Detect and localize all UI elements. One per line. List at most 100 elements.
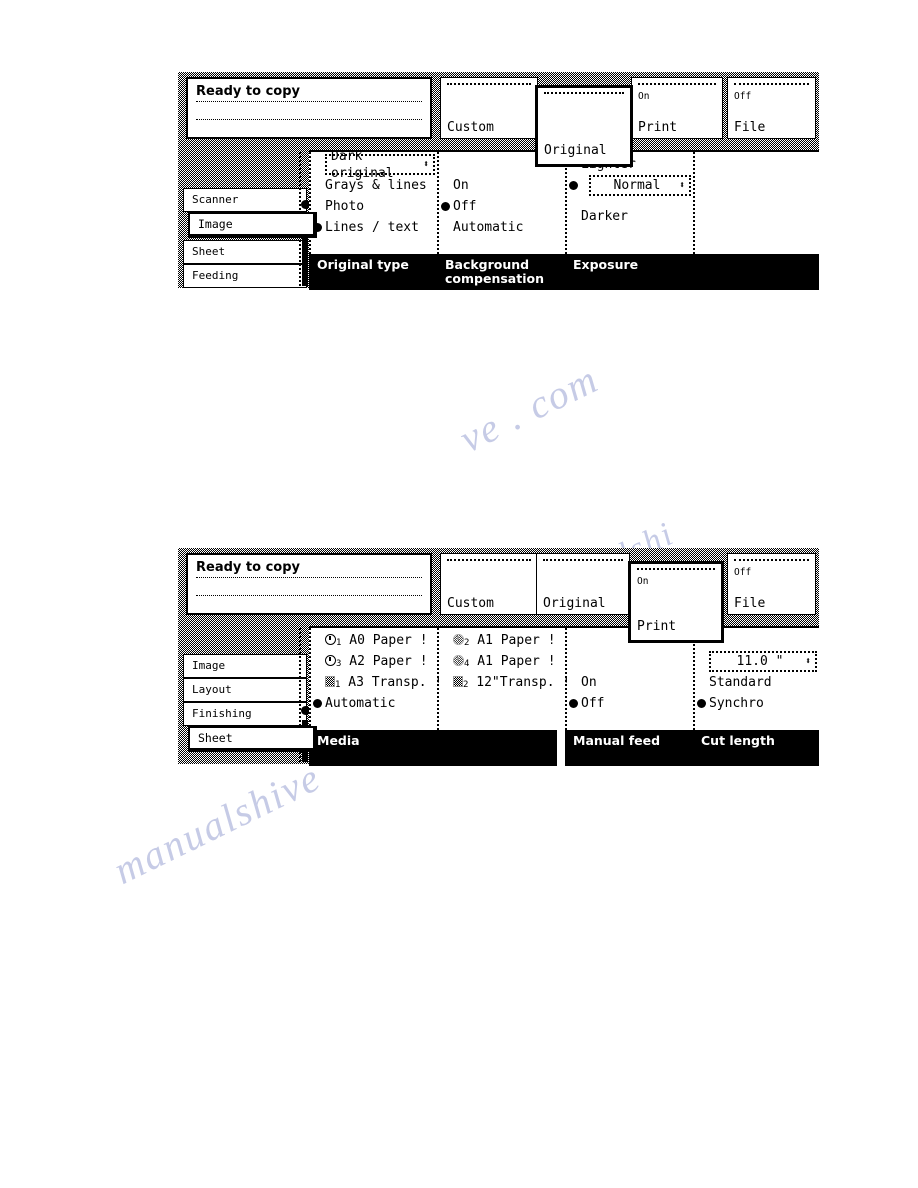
tab-dotted-rule	[447, 559, 531, 561]
column-header-manual-feed: Manual feed	[565, 730, 693, 766]
roll-icon	[453, 634, 464, 645]
panel-top-bar: Ready to copy Custom Original On Print O…	[178, 72, 819, 167]
tab-original[interactable]: Original	[535, 85, 633, 167]
sidebar-item-image[interactable]: Image	[183, 654, 307, 678]
column-header-background-compensation: Background compensation	[437, 254, 565, 290]
tab-dotted-rule	[447, 83, 531, 85]
exposure-spinner[interactable]: Normal ⬍	[589, 175, 691, 196]
tab-dotted-rule	[734, 559, 809, 561]
sidebar-item-layout[interactable]: Layout	[183, 678, 307, 702]
column-media-b: 2 A1 Paper ! 4 A1 Paper ! 2 12"Transp. !	[437, 628, 570, 766]
radio-selected-icon	[697, 699, 706, 708]
sidebar-item-finishing[interactable]: Finishing	[183, 702, 307, 726]
sidebar-item-scanner[interactable]: Scanner	[183, 188, 307, 212]
sidebar-item-feeding[interactable]: Feeding	[183, 264, 307, 288]
option-label: Grays & lines	[325, 178, 427, 193]
tab-custom[interactable]: Custom	[440, 553, 538, 615]
option-label: Off	[453, 199, 477, 214]
sidebar-item-sheet[interactable]: Sheet	[183, 240, 307, 264]
column-header-exposure: Exposure	[565, 254, 693, 290]
original-type-spinner[interactable]: Dark original ⬍	[325, 149, 435, 181]
option-manual-feed-off[interactable]: Off	[569, 693, 691, 714]
header-line-2: compensation	[445, 271, 544, 286]
column-original-type: Dark original ⬍ Grays & lines Photo Line…	[309, 149, 437, 290]
option-on[interactable]: On	[443, 175, 563, 196]
radio-selected-icon	[313, 699, 322, 708]
option-standard[interactable]: Standard	[699, 672, 817, 693]
sidebar-item-image[interactable]: Image	[188, 212, 317, 238]
status-title: Ready to copy	[196, 84, 422, 102]
sidebar-item-label: Layout	[192, 683, 232, 696]
tab-label: File	[734, 596, 766, 611]
spinner-arrows-icon[interactable]: ⬍	[805, 656, 815, 667]
tab-top-label: Off	[734, 567, 752, 578]
media-roll-number: 2	[464, 638, 470, 648]
tab-top-label: Off	[734, 91, 752, 102]
tab-print[interactable]: On Print	[628, 561, 724, 643]
header-line-1: Background	[445, 257, 530, 272]
option-manual-feed-on[interactable]: On	[571, 672, 691, 693]
option-label: Photo	[325, 199, 365, 214]
column-options: Lighter Normal ⬍ Darker	[569, 154, 691, 250]
option-label: On	[453, 178, 469, 193]
media-option-a3-transp[interactable]: 1 A3 Transp. !	[315, 672, 442, 693]
roll-icon	[325, 655, 336, 666]
tab-original[interactable]: Original	[536, 553, 630, 615]
media-option-a0-paper[interactable]: 1 A0 Paper !	[315, 630, 435, 651]
media-option-12in-transp[interactable]: 2 12"Transp. !	[443, 672, 570, 693]
roll-icon	[453, 655, 464, 666]
option-synchro[interactable]: Synchro	[697, 693, 817, 714]
sidebar-item-label: Finishing	[192, 707, 252, 720]
copier-panel-image-settings: Ready to copy Custom Original On Print O…	[178, 72, 819, 290]
option-label: Synchro	[709, 696, 764, 711]
settings-content: Dark original ⬍ Grays & lines Photo Line…	[309, 149, 819, 290]
cut-length-spinner[interactable]: 11.0 " ⬍	[709, 651, 817, 672]
spinner-arrows-icon[interactable]: ⬍	[423, 159, 433, 170]
tab-dotted-rule	[637, 568, 715, 570]
sidebar-item-label: Image	[198, 217, 233, 231]
spinner-value: Normal	[613, 178, 661, 193]
sidebar-item-sheet[interactable]: Sheet	[188, 726, 317, 752]
option-automatic[interactable]: Automatic	[443, 217, 563, 238]
option-label: On	[581, 675, 597, 690]
media-option-a1-paper-roll4[interactable]: 4 A1 Paper !	[443, 651, 563, 672]
watermark-text: ve . com	[452, 355, 606, 462]
tab-file[interactable]: Off File	[727, 77, 816, 139]
column-options: 1 A0 Paper ! 3 A2 Paper ! 1 A3 Transp. !…	[313, 630, 442, 726]
settings-content: 1 A0 Paper ! 3 A2 Paper ! 1 A3 Transp. !…	[309, 626, 819, 766]
media-option-automatic[interactable]: Automatic	[313, 693, 435, 714]
panel-body: Image Layout Finishing Sheet 1 A0 Paper …	[178, 626, 819, 766]
column-exposure: Lighter Normal ⬍ Darker Exposure	[565, 152, 693, 290]
media-option-a2-paper[interactable]: 3 A2 Paper !	[315, 651, 435, 672]
panel-body: Scanner Image Sheet Feeding Dark origina…	[178, 149, 819, 290]
status-divider	[196, 118, 422, 120]
option-off[interactable]: Off	[441, 196, 563, 217]
watermark-text: manualshive	[106, 754, 328, 893]
column-header-cut-length: Cut length	[693, 730, 819, 766]
media-roll-number: 1	[336, 638, 342, 648]
tab-label: Original	[543, 596, 606, 611]
option-label: Lines / text	[325, 220, 419, 235]
column-header-empty	[693, 254, 819, 290]
option-darker[interactable]: Darker	[571, 206, 691, 227]
media-label: Automatic	[325, 696, 396, 711]
sidebar-item-label: Image	[192, 659, 226, 672]
tab-file[interactable]: Off File	[727, 553, 816, 615]
tab-label: Print	[638, 120, 678, 135]
option-grays-and-lines[interactable]: Grays & lines	[315, 175, 435, 196]
media-option-a1-paper-roll2[interactable]: 2 A1 Paper !	[443, 630, 563, 651]
option-photo[interactable]: Photo	[315, 196, 435, 217]
tab-print[interactable]: On Print	[631, 77, 723, 139]
spinner-arrows-icon[interactable]: ⬍	[679, 180, 689, 191]
media-label: A2 Paper !	[349, 654, 428, 669]
tab-label: File	[734, 120, 766, 135]
copier-panel-sheet-settings: Ready to copy Custom Original On Print O…	[178, 548, 819, 766]
column-header-original-type: Original type	[309, 254, 437, 290]
tab-dotted-rule	[543, 559, 623, 561]
media-label: A1 Paper !	[477, 654, 556, 669]
status-display: Ready to copy	[186, 553, 432, 615]
tab-label: Custom	[447, 120, 494, 135]
tab-custom[interactable]: Custom	[440, 77, 538, 139]
column-separator	[437, 628, 439, 766]
option-lines-text[interactable]: Lines / text	[313, 217, 435, 238]
